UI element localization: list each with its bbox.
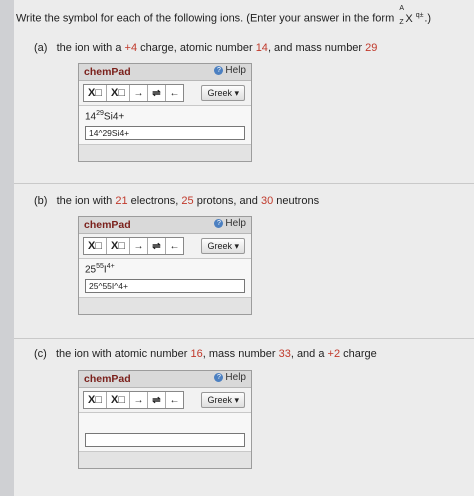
instructions-text: Write the symbol for each of the followi… (16, 12, 395, 25)
chempad-header: chemPad ? Help (79, 371, 251, 388)
atomic-number-value: 14 (255, 42, 268, 54)
subscript-button[interactable]: X□ (84, 85, 107, 101)
instructions: Write the symbol for each of the followi… (16, 5, 432, 26)
chempad-title: chemPad (84, 219, 131, 231)
chempad-footer (79, 451, 251, 468)
chempad-title: chemPad (84, 373, 131, 385)
preview-mass: 29 (96, 110, 104, 117)
superscript-button[interactable]: X□ (107, 238, 130, 254)
help-label: Help (225, 372, 246, 383)
question-label: (b) (34, 195, 48, 207)
question-a: (a) the ion with a +4 charge, atomic num… (34, 42, 377, 54)
preview-symbol: Si4+ (103, 111, 125, 123)
format-buttons: X□ X□ → ⇌ ← (83, 84, 184, 102)
question-text: , mass number (202, 348, 276, 360)
chempad-toolbar: X□ X□ → ⇌ ← Greek ▾ (79, 388, 251, 413)
question-text: charge (343, 348, 377, 360)
question-label: (c) (34, 348, 47, 360)
answer-input[interactable]: 14^29Si4+ (85, 126, 245, 140)
formula-preview: 1429Si4+ (79, 106, 251, 124)
help-label: Help (225, 65, 246, 76)
help-link[interactable]: ? Help (214, 65, 246, 76)
arrow-button[interactable]: → (130, 85, 148, 101)
question-text: the ion with atomic number (56, 348, 188, 360)
chempad-footer (79, 144, 251, 161)
form-atomic-label: Z (399, 19, 404, 26)
divider (14, 183, 474, 184)
instructions-close: .) (424, 12, 432, 25)
backspace-button[interactable]: ← (166, 85, 183, 101)
superscript-button[interactable]: X□ (107, 392, 130, 408)
backspace-button[interactable]: ← (166, 238, 183, 254)
form-notation: A Z X q± (399, 5, 424, 26)
chempad-title: chemPad (84, 66, 131, 78)
electrons-value: 21 (115, 195, 128, 207)
preview-atomic: 14 (85, 111, 97, 123)
question-text: the ion with a (56, 42, 122, 54)
question-text: , and mass number (267, 42, 363, 54)
divider (14, 338, 474, 339)
greek-dropdown[interactable]: Greek ▾ (201, 85, 245, 101)
question-text: , and a (290, 348, 325, 360)
answer-input[interactable] (85, 433, 245, 447)
question-text: charge, atomic number (140, 42, 253, 54)
chempad-header: chemPad ? Help (79, 64, 251, 81)
formula-preview (79, 413, 251, 431)
equilibrium-button[interactable]: ⇌ (148, 392, 166, 408)
question-label: (a) (34, 42, 48, 54)
greek-dropdown[interactable]: Greek ▾ (201, 392, 245, 408)
format-buttons: X□ X□ → ⇌ ← (83, 237, 184, 255)
form-symbol: X (405, 12, 413, 25)
question-c: (c) the ion with atomic number 16, mass … (34, 348, 377, 360)
preview-charge: 4+ (106, 263, 115, 270)
formula-preview: 2555I4+ (79, 259, 251, 277)
left-rail (0, 0, 14, 496)
subscript-button[interactable]: X□ (84, 238, 107, 254)
format-buttons: X□ X□ → ⇌ ← (83, 391, 184, 409)
help-icon: ? (214, 372, 224, 382)
form-mass-label: A (399, 5, 404, 12)
help-link[interactable]: ? Help (214, 372, 246, 383)
question-text: protons, and (196, 195, 258, 207)
chempad-header: chemPad ? Help (79, 217, 251, 234)
arrow-button[interactable]: → (130, 392, 148, 408)
help-icon: ? (214, 218, 224, 228)
charge-value: +2 (327, 348, 341, 360)
subscript-button[interactable]: X□ (84, 392, 107, 408)
chempad-a: chemPad ? Help X□ X□ → ⇌ ← Greek ▾ 1429Si… (78, 63, 252, 162)
chempad-c: chemPad ? Help X□ X□ → ⇌ ← Greek ▾ (78, 370, 252, 469)
neutrons-value: 30 (260, 195, 274, 207)
chempad-toolbar: X□ X□ → ⇌ ← Greek ▾ (79, 234, 251, 259)
question-b: (b) the ion with 21 electrons, 25 proton… (34, 195, 319, 207)
preview-atomic: 25 (85, 264, 97, 276)
greek-dropdown[interactable]: Greek ▾ (201, 238, 245, 254)
help-link[interactable]: ? Help (214, 218, 246, 229)
question-text: electrons, (130, 195, 179, 207)
mass-number-value: 29 (365, 42, 378, 54)
protons-value: 25 (181, 195, 194, 207)
preview-mass: 55 (96, 263, 104, 270)
equilibrium-button[interactable]: ⇌ (148, 85, 166, 101)
question-text: the ion with (56, 195, 113, 207)
backspace-button[interactable]: ← (166, 392, 183, 408)
charge-value: +4 (124, 42, 138, 54)
form-charge-label: q± (415, 12, 424, 19)
arrow-button[interactable]: → (130, 238, 148, 254)
help-label: Help (225, 218, 246, 229)
help-icon: ? (214, 65, 224, 75)
mass-number-value: 33 (278, 348, 291, 360)
atomic-number-value: 16 (190, 348, 203, 360)
chempad-footer (79, 297, 251, 314)
question-text: neutrons (276, 195, 320, 207)
equilibrium-button[interactable]: ⇌ (148, 238, 166, 254)
chempad-toolbar: X□ X□ → ⇌ ← Greek ▾ (79, 81, 251, 106)
answer-input[interactable]: 25^55I^4+ (85, 279, 245, 293)
chempad-b: chemPad ? Help X□ X□ → ⇌ ← Greek ▾ 2555I4… (78, 216, 252, 315)
superscript-button[interactable]: X□ (107, 85, 130, 101)
